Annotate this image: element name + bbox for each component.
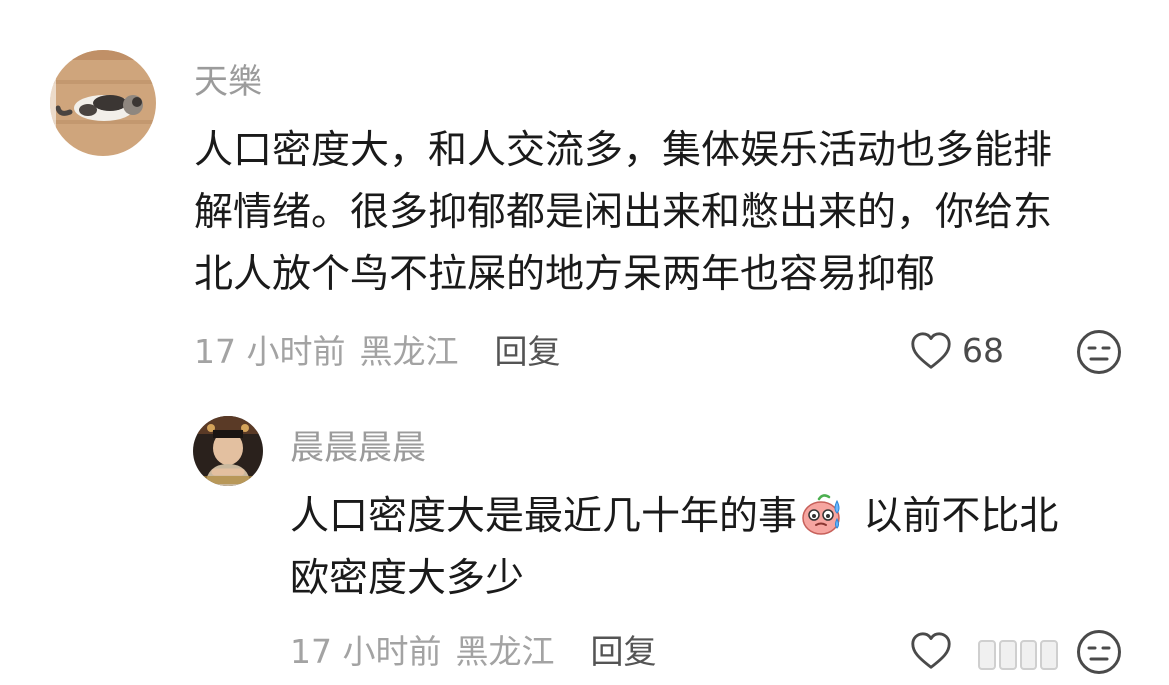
like-button[interactable] xyxy=(908,628,954,674)
heart-outline-icon xyxy=(911,332,951,369)
like-count: 68 xyxy=(962,331,1004,370)
comment-text-line: 解情绪。很多抑郁都是闲出来和憋出来的，你给东 xyxy=(194,190,1053,235)
meh-face-icon xyxy=(1077,330,1121,374)
reaction-button[interactable] xyxy=(1075,328,1123,376)
man-avatar-icon xyxy=(193,416,263,486)
comment-text-line: 人口密度大，和人交流多，集体娱乐活动也多能排 xyxy=(194,128,1053,173)
reply-button[interactable]: 回复 xyxy=(494,332,560,371)
comment-thread: 天樂 人口密度大，和人交流多，集体娱乐活动也多能排 解情绪。很多抑郁都是闲出来和… xyxy=(0,0,1169,685)
avatar[interactable] xyxy=(193,416,263,486)
reaction-button[interactable] xyxy=(1075,628,1123,676)
like-button[interactable]: 68 xyxy=(908,328,1004,374)
reply-button[interactable]: 回复 xyxy=(590,632,656,671)
comment-location: 黑龙江 xyxy=(455,632,555,671)
comment-text-line: 欧密度大多少 xyxy=(290,556,525,601)
comment-text: 人口密度大是最近几十年的事 以前不比北 欧密度大多少 xyxy=(290,486,1110,610)
username[interactable]: 天樂 xyxy=(194,62,262,102)
comment-location: 黑龙江 xyxy=(359,332,459,371)
comment-text-segment: 人口密度大是最近几十年的事 xyxy=(290,494,798,539)
sweat-face-emoji-icon xyxy=(799,491,845,537)
cat-avatar-icon xyxy=(50,50,156,156)
comment-meta: 17 小时前 黑龙江 回复 xyxy=(290,632,656,672)
avatar[interactable] xyxy=(50,50,156,156)
comment-time: 17 小时前 xyxy=(194,332,346,371)
meh-face-icon xyxy=(1077,630,1121,674)
comment-text-line: 北人放个鸟不拉屎的地方呆两年也容易抑郁 xyxy=(194,252,936,297)
comment-text: 人口密度大，和人交流多，集体娱乐活动也多能排 解情绪。很多抑郁都是闲出来和憋出来… xyxy=(194,120,1124,306)
username[interactable]: 晨晨晨晨 xyxy=(290,428,426,468)
comment-meta: 17 小时前 黑龙江 回复 xyxy=(194,332,560,372)
comment-time: 17 小时前 xyxy=(290,632,442,671)
heart-outline-icon xyxy=(911,632,951,669)
comment-text-line: 人口密度大是最近几十年的事 以前不比北 xyxy=(290,486,1110,548)
comment-text-segment: 以前不比北 xyxy=(851,494,1059,539)
watermark-overlay xyxy=(978,640,1058,670)
